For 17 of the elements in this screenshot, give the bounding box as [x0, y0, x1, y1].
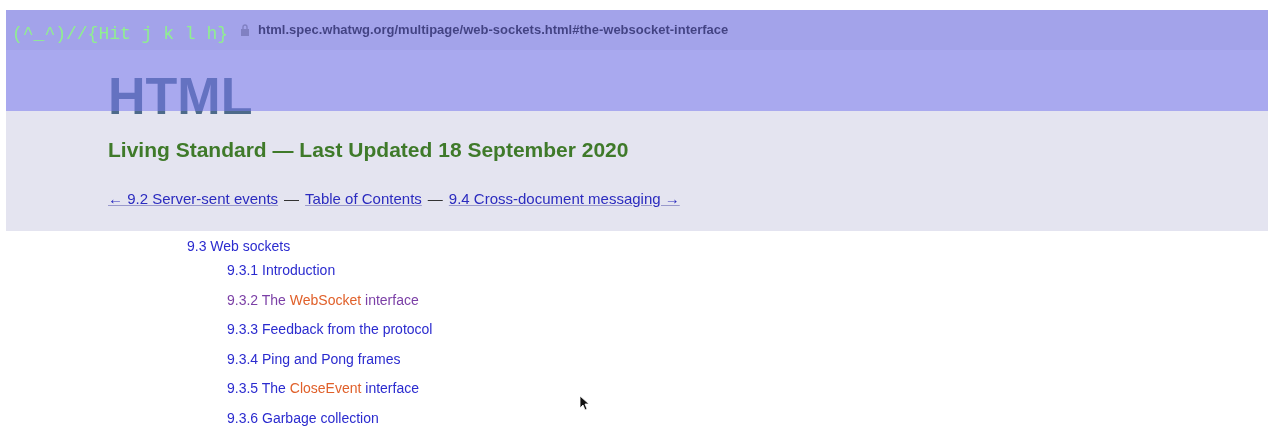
toc-link[interactable]: 9.3.3 Feedback from the protocol: [227, 320, 433, 338]
subtitle: Living Standard — Last Updated 18 September 2020: [108, 137, 629, 163]
hint-text: (^_^)//{Hit j k l h}: [12, 23, 229, 46]
toc-link[interactable]: 9.3 Web sockets: [187, 237, 291, 255]
nav-link[interactable]: Table of Contents: [305, 187, 422, 210]
toc-link[interactable]: 9.3.2 The WebSocket interface: [227, 290, 419, 309]
url-field[interactable]: html.spec.whatwg.org/multipage/web-sockets.html#the-websocket-interface: [258, 20, 729, 40]
separator: —: [284, 188, 300, 209]
nav-link[interactable]: ← 9.2 Server-sent events: [108, 187, 279, 210]
toc-link[interactable]: 9.3.4 Ping and Pong frames: [227, 349, 401, 368]
separator: —: [427, 188, 443, 209]
mouse-pointer-icon: [580, 396, 590, 411]
toc-link[interactable]: 9.3.6 Garbage collection: [227, 408, 379, 427]
nav-link[interactable]: 9.4 Cross-document messaging →: [448, 187, 680, 210]
toc-link[interactable]: 9.3.1 Introduction: [227, 261, 336, 279]
html-logo: HTML: [108, 70, 253, 122]
toc-link[interactable]: 9.3.5 The CloseEvent interface: [227, 379, 419, 397]
